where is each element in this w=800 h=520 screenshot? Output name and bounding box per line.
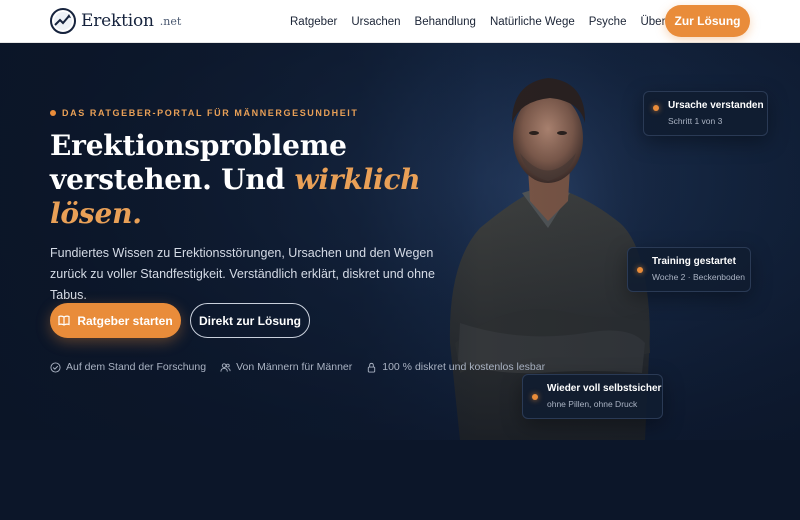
- trust-item-discreet: 100 % diskret und kostenlos lesbar: [366, 361, 545, 373]
- nav-ursachen[interactable]: Ursachen: [351, 16, 400, 28]
- nav-psyche[interactable]: Psyche: [589, 16, 627, 28]
- hero-headline: Erektionsprobleme verstehen. Und wirklic…: [50, 129, 470, 231]
- card-sub: ohne Pillen, ohne Druck: [547, 399, 638, 409]
- next-section-background: [0, 440, 800, 520]
- eyebrow-dot-icon: [50, 110, 56, 116]
- site-logo[interactable]: Erektion .net: [50, 8, 181, 34]
- trust-item-men: Von Männern für Männer: [220, 361, 352, 373]
- trust-label: Von Männern für Männer: [236, 361, 353, 373]
- card-sub: Woche 2 · Beckenboden: [652, 272, 745, 282]
- nav-natuerliche-wege[interactable]: Natürliche Wege: [490, 16, 575, 28]
- book-icon: [58, 315, 70, 326]
- progress-card-1: Ursache verstanden Schritt 1 von 3: [643, 91, 768, 136]
- headline-line1: Erektionsprobleme: [50, 129, 347, 162]
- trust-bar: Auf dem Stand der Forschung Von Männern …: [50, 361, 545, 373]
- lock-icon: [368, 362, 376, 373]
- logo-text: Erektion: [81, 11, 154, 31]
- card-dot-icon: [532, 394, 538, 400]
- site-header: Erektion .net Ratgeber Ursachen Behandlun…: [0, 0, 800, 43]
- logo-suffix: .net: [159, 14, 182, 28]
- ratgeber-starten-button[interactable]: Ratgeber starten: [50, 303, 181, 338]
- headline-accent-2: lösen.: [50, 197, 142, 230]
- card-title: Wieder voll selbstsicher: [547, 383, 662, 394]
- trust-label: Auf dem Stand der Forschung: [66, 361, 207, 373]
- header-cta-button[interactable]: Zur Lösung: [665, 5, 750, 37]
- card-sub: Schritt 1 von 3: [668, 116, 723, 126]
- card-title: Training gestartet: [652, 256, 736, 267]
- eyebrow-text: DAS RATGEBER-PORTAL FÜR MÄNNERGESUNDHEIT: [62, 108, 359, 118]
- nav-behandlung[interactable]: Behandlung: [415, 16, 476, 28]
- progress-card-2: Training gestartet Woche 2 · Beckenboden: [627, 247, 751, 292]
- headline-accent-1: wirklich: [294, 163, 421, 196]
- direkt-zur-loesung-button[interactable]: Direkt zur Lösung: [190, 303, 310, 338]
- card-title: Ursache verstanden: [668, 100, 764, 111]
- check-circle-icon: [50, 361, 61, 373]
- nav-ratgeber[interactable]: Ratgeber: [290, 16, 337, 28]
- users-icon: [220, 362, 231, 372]
- hero-eyebrow: DAS RATGEBER-PORTAL FÜR MÄNNERGESUNDHEIT: [50, 108, 359, 118]
- hero-section: DAS RATGEBER-PORTAL FÜR MÄNNERGESUNDHEIT…: [0, 43, 800, 440]
- main-nav: Ratgeber Ursachen Behandlung Natürliche …: [290, 0, 687, 43]
- trust-label: 100 % diskret und kostenlos lesbar: [382, 361, 546, 373]
- logo-icon: [50, 8, 76, 34]
- ratgeber-starten-label: Ratgeber starten: [77, 313, 173, 328]
- card-dot-icon: [637, 267, 643, 273]
- card-dot-icon: [653, 105, 659, 111]
- trust-item-research: Auf dem Stand der Forschung: [50, 361, 206, 373]
- progress-card-3: Wieder voll selbstsicher ohne Pillen, oh…: [522, 374, 663, 419]
- headline-line2: verstehen. Und: [50, 163, 295, 196]
- hero-lead-text: Fundiertes Wissen zu Erektionsstörungen,…: [50, 246, 435, 302]
